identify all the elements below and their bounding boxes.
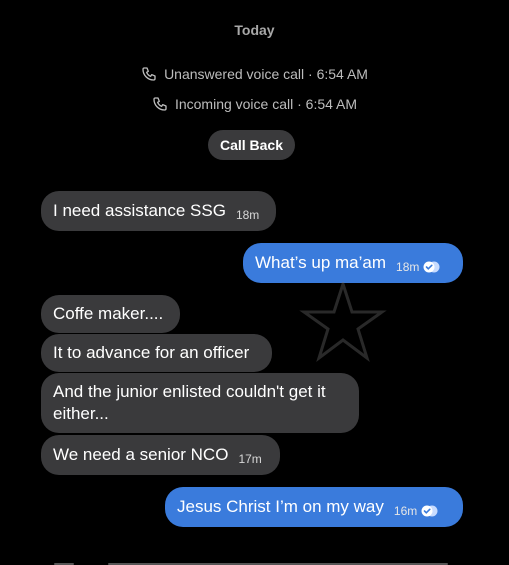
- message-time: 18m: [235, 208, 260, 222]
- call-event-text: Unanswered voice call · 6:54 AM: [164, 66, 368, 82]
- message-bubble-incoming[interactable]: It to advance for an officer: [41, 334, 272, 372]
- watermark-logo: [299, 282, 387, 362]
- date-header: Today: [234, 22, 275, 38]
- message-bubble-incoming[interactable]: We need a senior NCO 17m: [41, 435, 280, 475]
- message-text: And the junior enlisted couldn't get it …: [53, 382, 326, 423]
- message-time: 16m: [393, 504, 418, 518]
- message-bubble-incoming[interactable]: And the junior enlisted couldn't get it …: [41, 373, 359, 433]
- message-time-wrap: 16m: [394, 500, 439, 522]
- message-time: 17m: [238, 452, 262, 466]
- call-back-button[interactable]: Call Back: [208, 130, 295, 160]
- message-bubble-outgoing[interactable]: Jesus Christ I’m on my way 16m: [165, 487, 463, 527]
- read-receipt-icon: [421, 505, 438, 517]
- message-text: Jesus Christ I’m on my way: [177, 497, 384, 516]
- composer-edge: [0, 543, 509, 565]
- message-bubble-incoming[interactable]: I need assistance SSG 18m: [41, 191, 276, 231]
- message-bubble-incoming[interactable]: Coffe maker....: [41, 295, 180, 333]
- message-text: We need a senior NCO: [53, 445, 229, 464]
- message-time-wrap: 18m: [396, 256, 441, 278]
- message-text: Coffe maker....: [53, 304, 164, 323]
- read-receipt-icon: [423, 261, 440, 273]
- message-time: 18m: [396, 260, 420, 274]
- message-bubble-outgoing[interactable]: What’s up ma’am 18m: [243, 243, 463, 283]
- phone-icon: [153, 97, 167, 111]
- call-event-incoming: Incoming voice call · 6:54 AM: [0, 96, 509, 112]
- phone-icon: [142, 67, 156, 81]
- message-text: What’s up ma’am: [255, 253, 387, 272]
- call-event-unanswered: Unanswered voice call · 6:54 AM: [0, 66, 509, 82]
- message-text: I need assistance SSG: [53, 201, 226, 220]
- call-event-text: Incoming voice call · 6:54 AM: [174, 96, 358, 112]
- message-text: It to advance for an officer: [53, 343, 250, 362]
